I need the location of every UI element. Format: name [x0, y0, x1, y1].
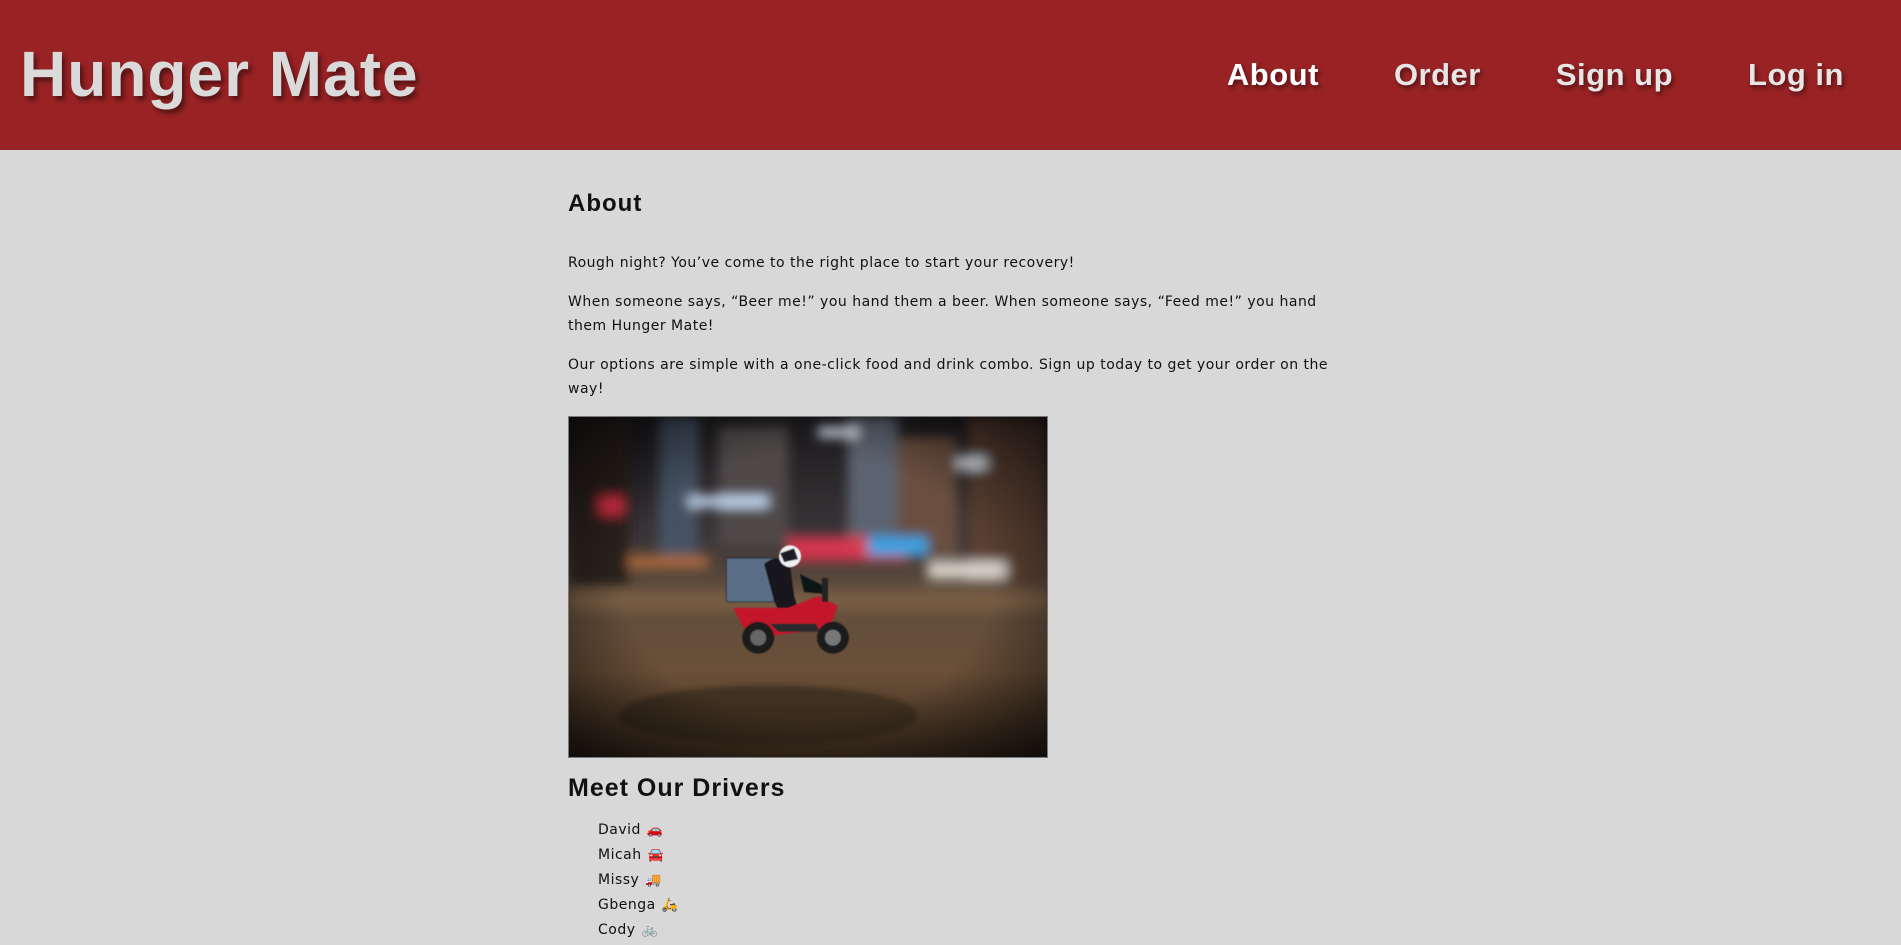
sedan-icon: 🚘 — [647, 848, 665, 863]
list-item: Gbenga 🛵 — [598, 893, 1328, 918]
driver-name: Cody — [598, 922, 636, 938]
list-item: Cody 🚲 — [598, 918, 1328, 943]
driver-name: Micah — [598, 847, 642, 863]
list-item: David 🚗 — [598, 818, 1328, 843]
drivers-list: David 🚗 Micah 🚘 Missy 🚚 Gbenga 🛵 Cody 🚲 — [568, 818, 1328, 943]
scooter-icon: 🛵 — [661, 898, 679, 913]
nav-order[interactable]: Order — [1394, 57, 1481, 93]
site-logo[interactable]: Hunger Mate — [20, 37, 419, 111]
driver-name: David — [598, 822, 641, 838]
about-paragraph-3: Our options are simple with a one-click … — [568, 357, 1329, 397]
car-icon: 🚗 — [646, 823, 664, 838]
list-item: Micah 🚘 — [598, 843, 1328, 868]
about-paragraph-1: Rough night? You’ve come to the right pl… — [568, 255, 1075, 271]
delivery-scooter-photo — [568, 416, 1048, 758]
driver-name: Missy — [598, 872, 640, 888]
driver-name: Gbenga — [598, 897, 656, 913]
nav-about[interactable]: About — [1227, 57, 1319, 93]
main-nav: About Order Sign up Log in — [1152, 57, 1844, 93]
nav-log-in[interactable]: Log in — [1748, 57, 1844, 93]
page-title: About — [568, 190, 643, 217]
list-item: Missy 🚚 — [598, 868, 1328, 893]
truck-icon: 🚚 — [645, 873, 663, 888]
drivers-heading: Meet Our Drivers — [568, 774, 786, 802]
main-content: About Rough night? You’ve come to the ri… — [568, 150, 1328, 943]
site-header: Hunger Mate About Order Sign up Log in — [0, 0, 1901, 150]
bicycle-icon: 🚲 — [641, 923, 659, 938]
nav-sign-up[interactable]: Sign up — [1556, 57, 1673, 93]
about-paragraph-2: When someone says, “Beer me!” you hand t… — [568, 294, 1317, 334]
